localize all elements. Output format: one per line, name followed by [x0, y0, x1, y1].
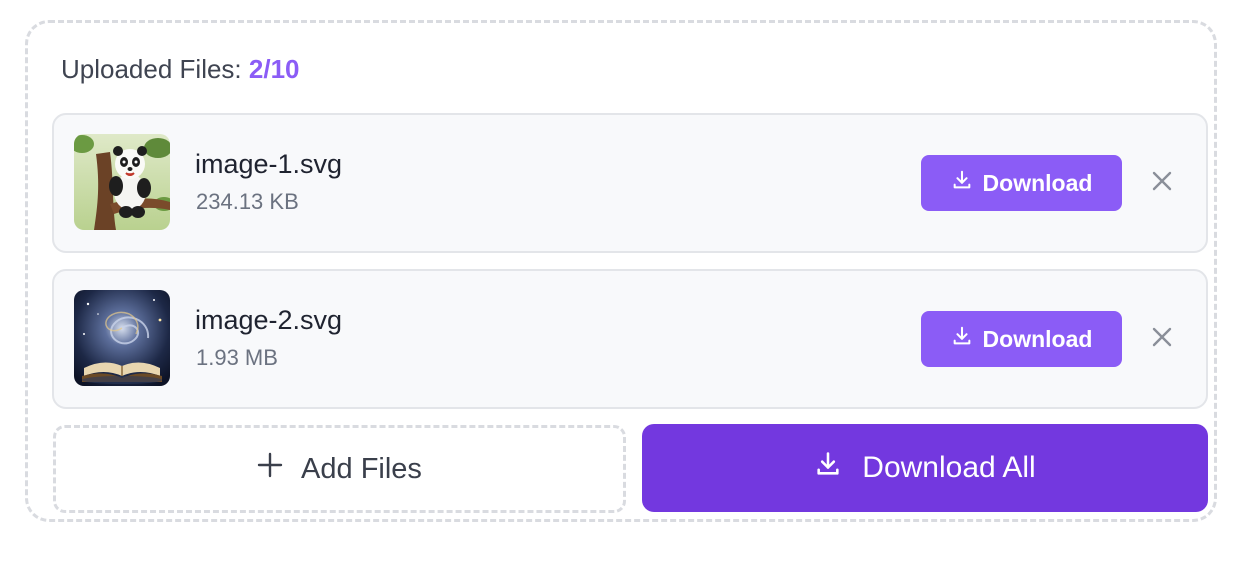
file-size: 234.13 KB [196, 189, 299, 214]
download-button[interactable]: Download [921, 155, 1122, 211]
add-files-button[interactable]: Add Files [53, 425, 626, 513]
download-button-label: Download [982, 325, 1093, 352]
download-icon [951, 325, 973, 353]
download-all-label: Download All [862, 451, 1036, 484]
file-thumbnail-panda [74, 134, 170, 230]
close-icon [1151, 326, 1173, 353]
download-button[interactable]: Download [921, 311, 1122, 367]
file-name: image-1.svg [195, 149, 343, 179]
add-files-label: Add Files [301, 452, 422, 485]
file-card-image-1: image-1.svg 234.13 KB Download [52, 113, 1208, 253]
download-icon [951, 169, 973, 197]
uploaded-files-count: 2/10 [248, 54, 300, 84]
download-all-button[interactable]: Download All [642, 424, 1208, 512]
uploaded-files-label: Uploaded Files: [61, 54, 242, 84]
close-icon [1151, 170, 1173, 197]
file-thumbnail-galaxy-book [74, 290, 170, 386]
remove-file-button[interactable] [1148, 169, 1176, 197]
file-name: image-2.svg [195, 305, 343, 335]
download-button-label: Download [982, 169, 1093, 196]
file-card-image-2: image-2.svg 1.93 MB Download [52, 269, 1208, 409]
plus-icon [257, 452, 283, 486]
file-size: 1.93 MB [196, 345, 278, 370]
remove-file-button[interactable] [1148, 325, 1176, 353]
download-icon [814, 450, 842, 486]
uploaded-files-header: Uploaded Files: 2/10 [61, 54, 300, 85]
